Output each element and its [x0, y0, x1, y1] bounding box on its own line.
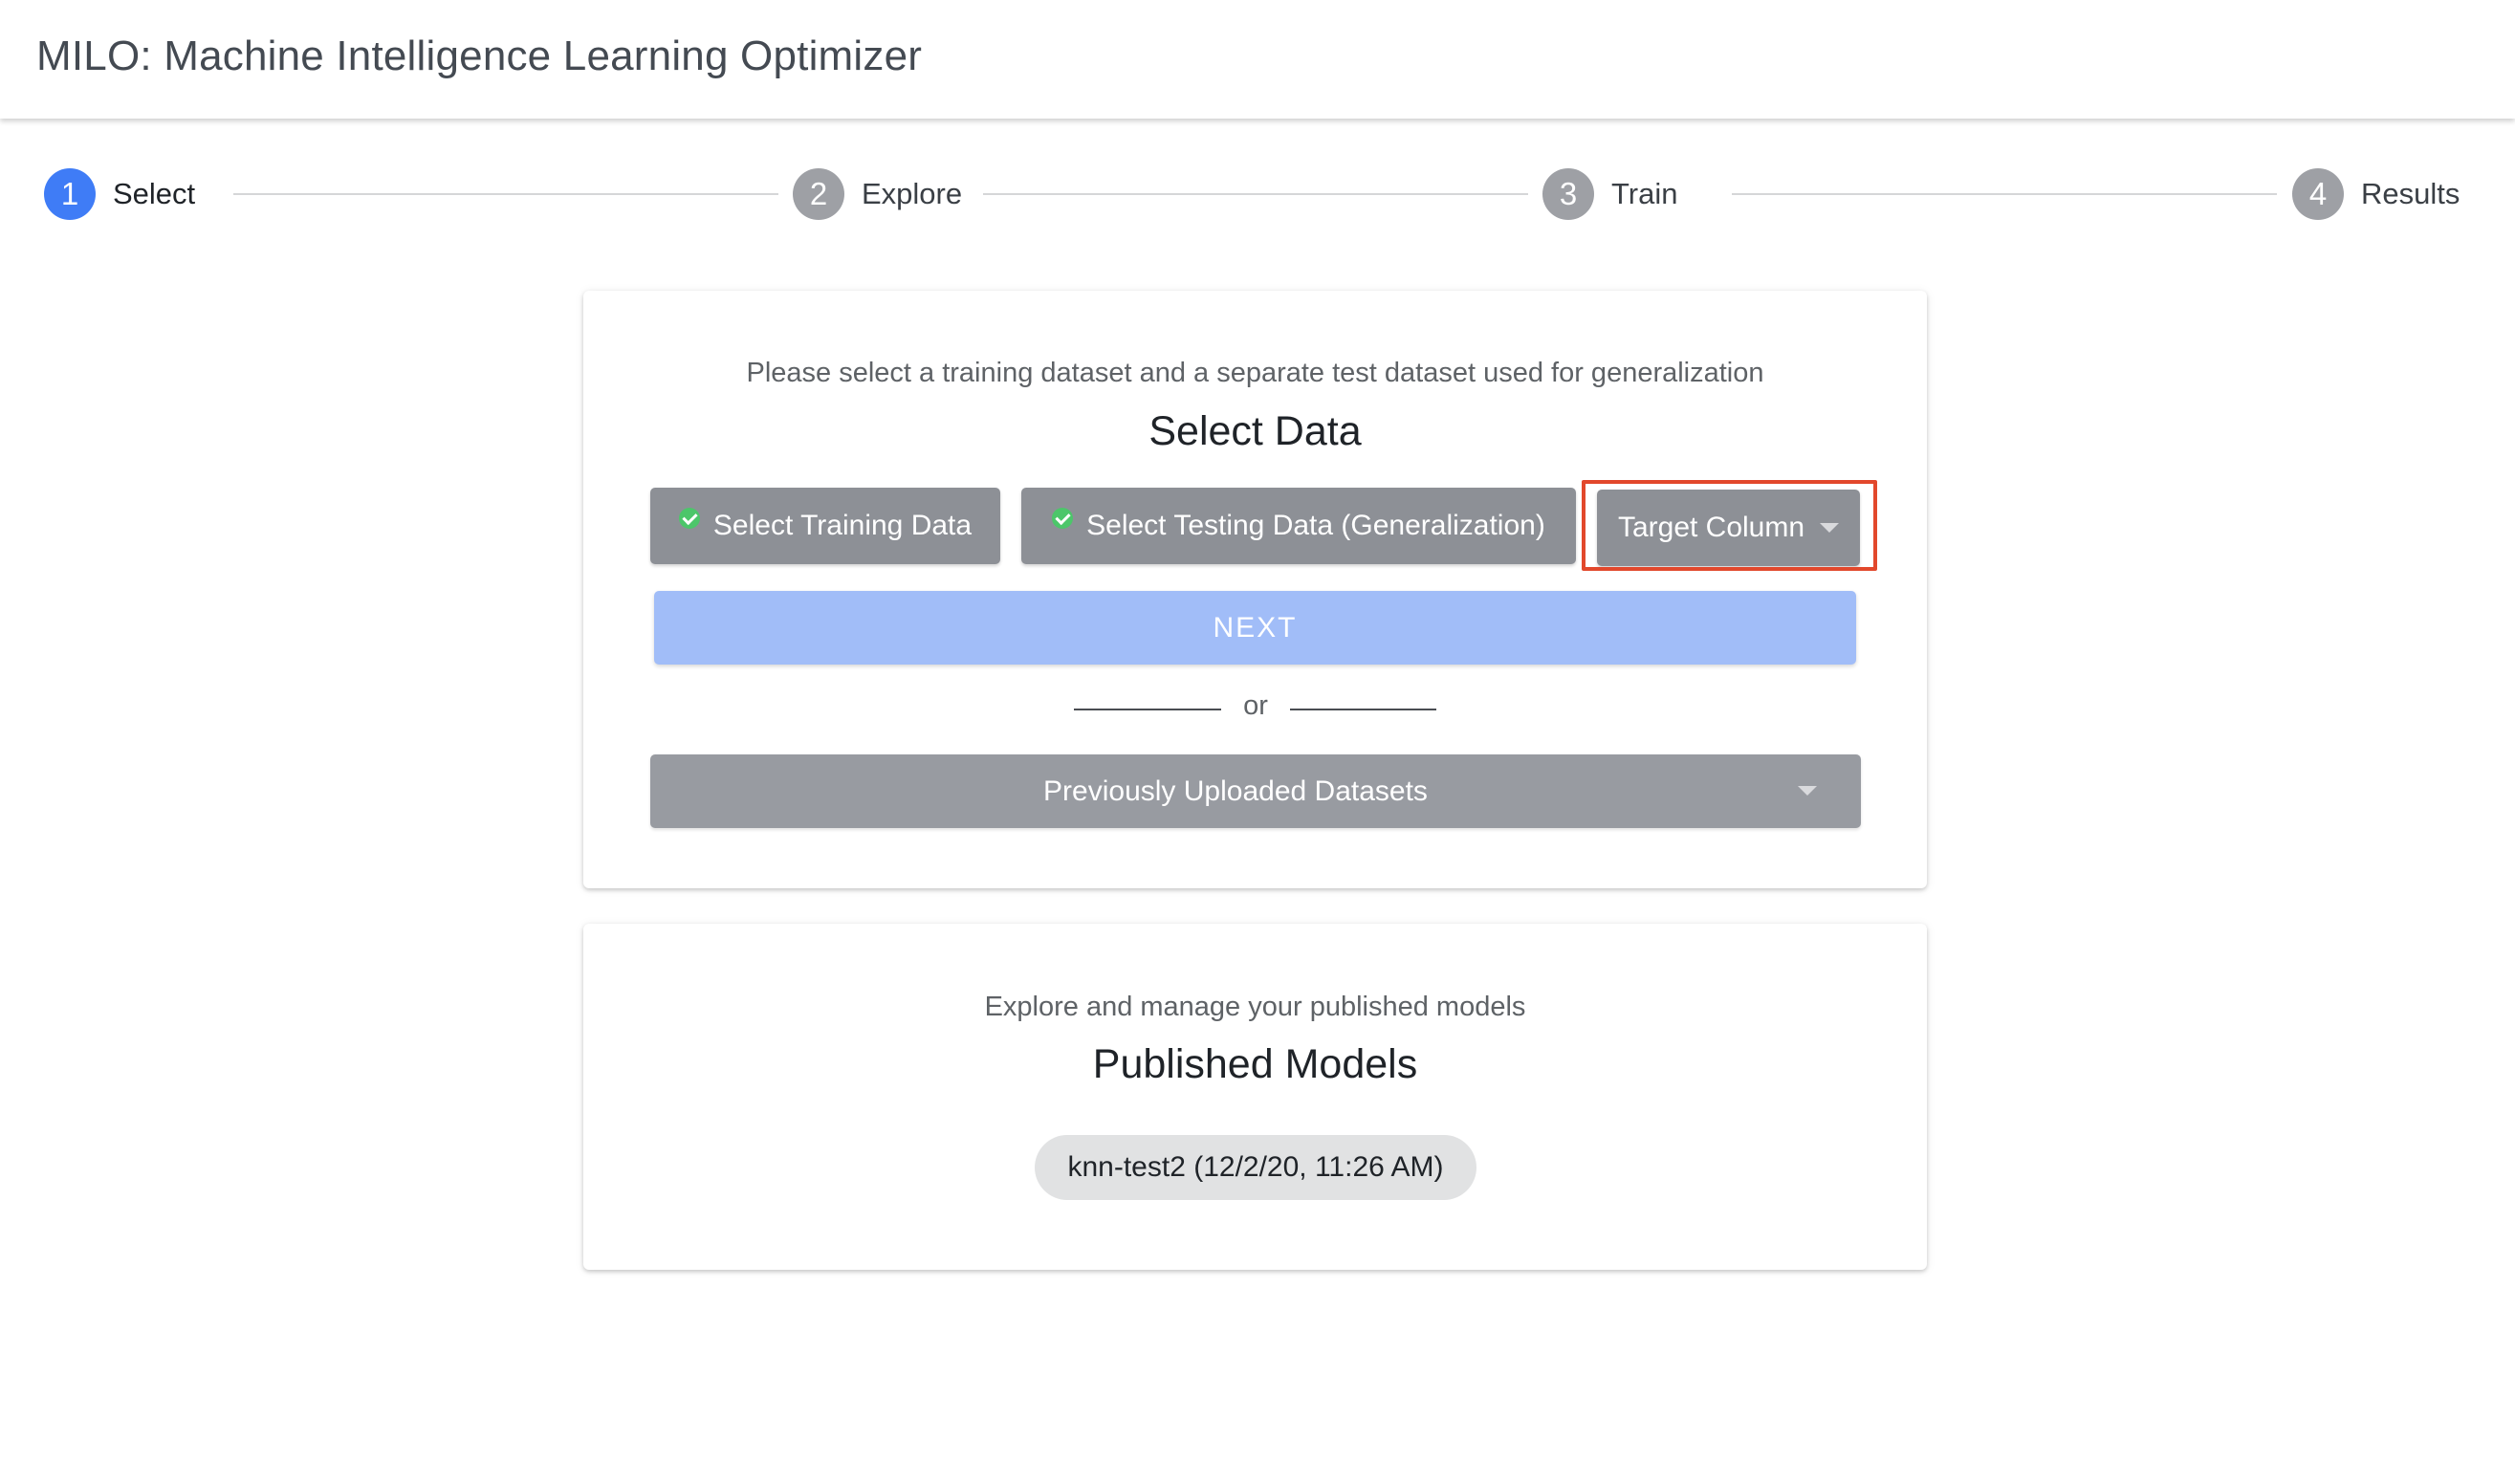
step-connector	[233, 193, 778, 195]
step-number-3: 3	[1542, 168, 1594, 220]
app-bar: MILO: Machine Intelligence Learning Opti…	[0, 0, 2515, 119]
published-models-heading: Published Models	[1092, 1041, 1418, 1087]
step-label-select: Select	[113, 177, 196, 210]
select-training-data-label: Select Training Data	[712, 510, 973, 541]
step-connector	[1732, 193, 2277, 195]
next-button[interactable]: NEXT	[654, 591, 1856, 665]
step-label-train: Train	[1611, 177, 1678, 210]
step-label-results: Results	[2361, 177, 2460, 210]
app-title: MILO: Machine Intelligence Learning Opti…	[36, 33, 923, 79]
published-models-card: Explore and manage your published models…	[583, 924, 1927, 1270]
caret-down-icon	[1798, 786, 1817, 796]
caret-down-icon	[1820, 523, 1840, 533]
check-circle-icon	[1052, 508, 1074, 529]
select-data-subtitle: Please select a training dataset and a s…	[746, 358, 1764, 388]
select-testing-data-button[interactable]: Select Testing Data (Generalization)	[1021, 488, 1576, 564]
select-testing-data-label: Select Testing Data (Generalization)	[1086, 510, 1545, 541]
step-train[interactable]: 3 Train	[1542, 168, 1677, 220]
target-column-label: Target Column	[1617, 512, 1805, 543]
target-column-dropdown[interactable]: Target Column	[1597, 490, 1860, 566]
step-connector	[983, 193, 1528, 195]
published-models-subtitle: Explore and manage your published models	[984, 992, 1526, 1022]
step-number-1: 1	[44, 168, 96, 220]
or-divider-right	[1290, 709, 1436, 710]
step-results[interactable]: 4 Results	[2292, 168, 2460, 220]
step-label-explore: Explore	[862, 177, 963, 210]
select-data-heading: Select Data	[1148, 408, 1362, 454]
check-circle-icon	[678, 508, 700, 529]
step-select[interactable]: 1 Select	[44, 168, 195, 220]
previously-uploaded-datasets-dropdown[interactable]: Previously Uploaded Datasets	[650, 754, 1861, 828]
previously-uploaded-datasets-label: Previously Uploaded Datasets	[1043, 775, 1428, 807]
step-explore[interactable]: 2 Explore	[793, 168, 962, 220]
select-training-data-button[interactable]: Select Training Data	[650, 488, 1000, 564]
or-divider-text: or	[1243, 690, 1268, 721]
step-number-4: 4	[2292, 168, 2344, 220]
stepper: 1 Select 2 Explore 3 Train 4 Results	[0, 119, 2515, 272]
step-number-2: 2	[793, 168, 844, 220]
published-model-chip[interactable]: knn-test2 (12/2/20, 11:26 AM)	[1035, 1135, 1476, 1200]
or-divider-left	[1074, 709, 1221, 710]
